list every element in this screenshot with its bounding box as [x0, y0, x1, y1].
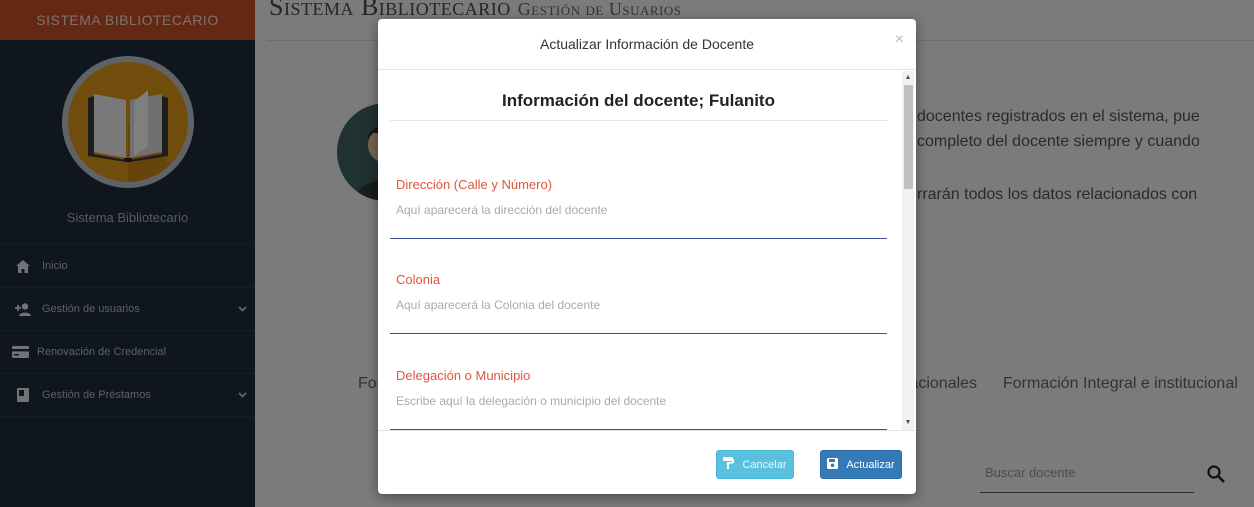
- modal-scroll-area[interactable]: Información del docente; Fulanito Direcc…: [390, 71, 887, 430]
- close-icon[interactable]: ×: [895, 31, 904, 49]
- scrollbar[interactable]: ▲ ▼: [902, 71, 914, 430]
- scroll-up-icon[interactable]: ▲: [902, 71, 914, 85]
- save-icon: [827, 457, 839, 472]
- field-underline: [390, 333, 887, 334]
- modal-title: Actualizar Información de Docente: [540, 36, 754, 52]
- modal-body: Información del docente; Fulanito Direcc…: [378, 71, 916, 430]
- cancel-label: Cancelar: [742, 458, 787, 471]
- paint-roller-icon: [723, 457, 735, 472]
- scroll-down-icon[interactable]: ▼: [902, 416, 914, 430]
- field-value[interactable]: Escribe aquí la delegación o municipio d…: [396, 394, 666, 408]
- field-label: Colonia: [396, 272, 441, 287]
- field-label: Dirección (Calle y Número): [396, 177, 553, 192]
- field-label: Delegación o Municipio: [396, 368, 531, 383]
- field-value[interactable]: Aquí aparecerá la dirección del docente: [396, 203, 607, 217]
- cancel-button[interactable]: Cancelar: [716, 450, 794, 479]
- update-label: Actualizar: [846, 458, 895, 471]
- field-value[interactable]: Aquí aparecerá la Colonia del docente: [396, 298, 600, 312]
- field-underline: [390, 238, 887, 239]
- modal-footer: Cancelar Actualizar: [378, 430, 916, 494]
- heading-divider: [390, 120, 887, 121]
- update-button[interactable]: Actualizar: [820, 450, 902, 479]
- modal-header: Actualizar Información de Docente ×: [378, 19, 916, 70]
- teacher-info-heading: Información del docente; Fulanito: [502, 91, 775, 110]
- update-teacher-modal: Actualizar Información de Docente × Info…: [378, 19, 916, 494]
- scrollbar-thumb[interactable]: [904, 85, 913, 189]
